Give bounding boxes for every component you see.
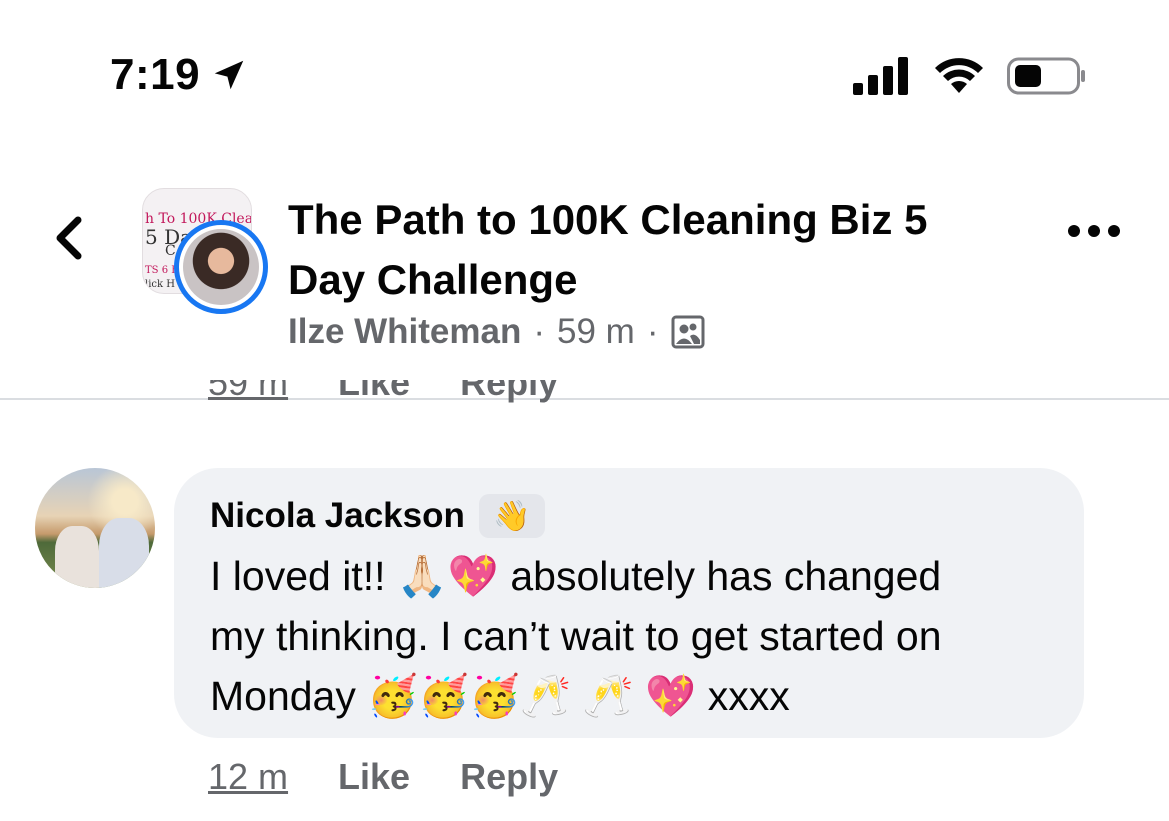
avatar-person [99,518,149,588]
chevron-left-icon[interactable] [48,210,92,266]
more-dot [1068,225,1080,237]
like-button[interactable]: Like [338,756,410,798]
commenter-avatar[interactable] [35,468,155,588]
comment-actions: 12 m Like Reply [208,756,558,798]
comment-line: I loved it!! 🙏🏻💖 absolutely has changed [210,553,942,599]
comment-line: Monday 🥳🥳🥳🥂 🥂 💖 xxxx [210,673,790,719]
previous-comment-time[interactable]: 59 m [208,380,288,403]
post-title[interactable]: The Path to 100K Cleaning Biz 5 Day Chal… [288,190,1008,310]
battery-icon [1007,57,1085,95]
previous-like-button[interactable]: Like [338,380,410,403]
post-comments-screen: 7:19 h To 100K Clean 5 Da C TS 6 F lick … [0,0,1169,821]
group-thumb-line: lick H [145,279,175,290]
status-clock: 7:19 [110,50,248,100]
previous-reply-button[interactable]: Reply [460,380,558,403]
more-dot [1088,225,1100,237]
more-dots-icon[interactable] [1068,225,1120,237]
comment-line: my thinking. I can’t wait to get started… [210,613,942,659]
post-time[interactable]: 59 m [557,312,635,352]
post-meta: Ilze Whiteman · 59 m · [288,312,705,352]
status-indicators [853,56,1087,96]
commenter-name-row: Nicola Jackson 👋 [210,494,545,538]
waving-hand-badge-icon[interactable]: 👋 [478,494,545,538]
location-arrow-icon [214,60,244,90]
group-audience-icon [671,315,704,349]
clock-time: 7:19 [110,50,201,99]
comment-text: I loved it!! 🙏🏻💖 absolutely has changed … [210,546,1070,726]
cellular-signal-icon [853,57,908,95]
author-avatar[interactable] [174,220,268,314]
reply-button[interactable]: Reply [460,756,558,798]
wifi-icon [935,58,983,93]
more-dot [1108,225,1120,237]
header-divider [0,398,1169,400]
author-name[interactable]: Ilze Whiteman [288,312,521,352]
previous-comment-actions: 59 m Like Reply [208,380,558,420]
comment-time[interactable]: 12 m [208,756,288,798]
avatar-person [55,526,99,588]
meta-separator: · [533,312,546,351]
status-bar: 7:19 [0,0,1169,150]
author-photo [183,229,259,305]
meta-separator: · [646,312,659,351]
commenter-name[interactable]: Nicola Jackson [210,496,465,536]
